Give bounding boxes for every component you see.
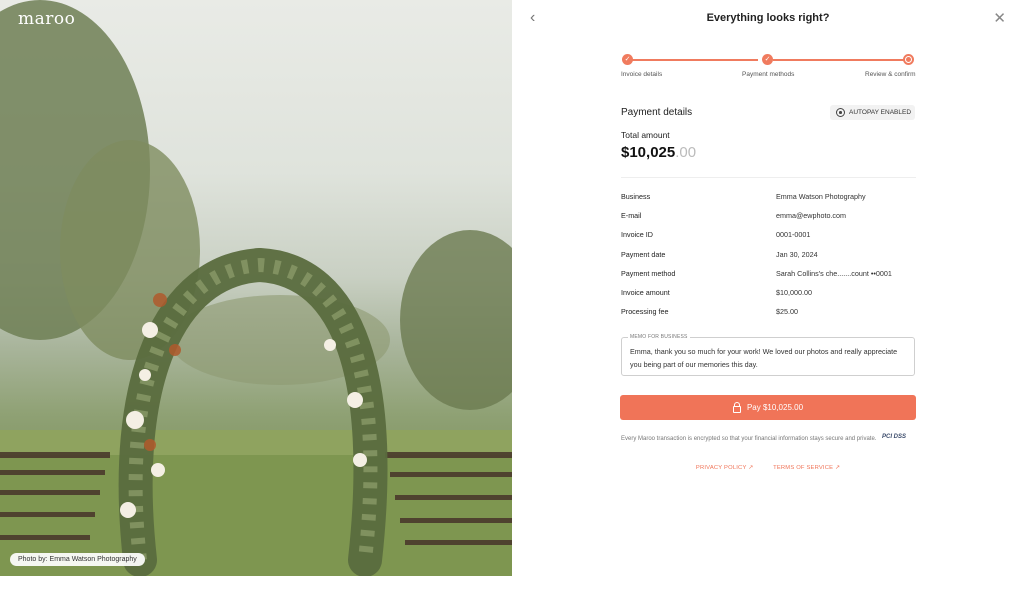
details-list: Business Emma Watson Photography E-mail em… [621, 192, 916, 326]
checkout-panel: ‹ Everything looks right? ✕ ✓ ✓ Invoice … [512, 0, 1024, 607]
pci-dss-badge: PCI DSS [882, 434, 907, 440]
step-current-icon [903, 54, 914, 65]
pay-button-label: Pay $10,025.00 [746, 403, 804, 412]
step-done-icon: ✓ [622, 54, 633, 65]
detail-value: Jan 30, 2024 [776, 249, 818, 259]
detail-key: Payment method [621, 268, 676, 278]
section-title: Payment details [621, 107, 693, 118]
total-cents: .00 [675, 144, 697, 161]
total-amount: $10,025.00 [621, 144, 696, 161]
autopay-icon [836, 108, 845, 117]
wedding-arch-illustration [0, 0, 512, 576]
memo-label: MEMO FOR BUSINESS [628, 334, 690, 340]
detail-row: Invoice ID 0001-0001 [621, 230, 916, 249]
detail-key: Payment date [621, 249, 666, 259]
detail-value: emma@ewphoto.com [776, 211, 847, 221]
step-connector [632, 59, 758, 61]
step-done-icon: ✓ [762, 54, 773, 65]
total-main: $10,025 [621, 144, 676, 161]
detail-row: Business Emma Watson Photography [621, 192, 916, 211]
detail-row: Payment date Jan 30, 2024 [621, 250, 916, 269]
detail-value: Emma Watson Photography [776, 192, 866, 201]
step-label: Invoice details [621, 71, 663, 78]
lock-icon [732, 401, 741, 413]
memo-field[interactable]: MEMO FOR BUSINESS Emma, thank you so muc… [621, 334, 915, 376]
detail-row: E-mail emma@ewphoto.com [621, 211, 916, 230]
privacy-policy-link[interactable]: PRIVACY POLICY ↗ [696, 465, 753, 471]
photo-credit: Photo by: Emma Watson Photography [10, 553, 145, 566]
detail-key: Invoice amount [621, 287, 670, 297]
detail-value: $10,000.00 [776, 287, 812, 297]
autopay-label: AUTOPAY ENABLED [849, 109, 912, 116]
memo-text[interactable]: Emma, thank you so much for your work! W… [630, 346, 906, 371]
step-label: Payment methods [742, 71, 795, 78]
detail-key: Invoice ID [621, 230, 653, 240]
brand-logo: maroo [18, 9, 76, 29]
detail-row: Invoice amount $10,000.00 [621, 288, 916, 307]
progress-stepper: ✓ ✓ Invoice details Payment methods Revi… [621, 54, 916, 84]
detail-value: $25.00 [776, 307, 798, 317]
detail-value: 0001-0001 [776, 230, 811, 240]
detail-key: Business [621, 192, 651, 201]
security-note: Every Maroo transaction is encrypted so … [621, 436, 877, 442]
terms-of-service-link[interactable]: TERMS OF SERVICE ↗ [773, 465, 840, 471]
footer-links: PRIVACY POLICY ↗ TERMS OF SERVICE ↗ [512, 465, 1024, 471]
detail-value: Sarah Collins's che.......count ••0001 [776, 268, 892, 278]
divider [621, 177, 916, 178]
page-title: Everything looks right? [706, 12, 830, 24]
detail-key: Processing fee [621, 307, 669, 317]
hero-photo: maroo Photo by: Emma Watson Photography [0, 0, 512, 576]
pay-button[interactable]: Pay $10,025.00 [620, 395, 916, 420]
step-connector [773, 59, 904, 61]
detail-row: Processing fee $25.00 [621, 307, 916, 326]
detail-key: E-mail [621, 211, 642, 221]
total-label: Total amount [621, 130, 670, 140]
autopay-badge: AUTOPAY ENABLED [830, 105, 915, 120]
detail-row: Payment method Sarah Collins's che.......… [621, 269, 916, 288]
close-icon[interactable]: ✕ [993, 9, 1006, 27]
step-label: Review & confirm [865, 71, 916, 78]
